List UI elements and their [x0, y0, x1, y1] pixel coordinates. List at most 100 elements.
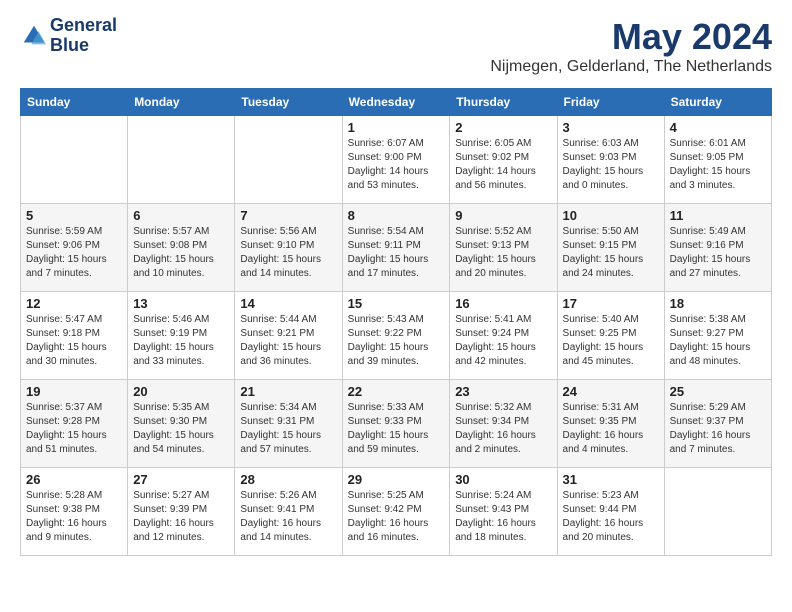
- calendar-cell: 16Sunrise: 5:41 AM Sunset: 9:24 PM Dayli…: [450, 292, 557, 380]
- day-number: 4: [670, 120, 766, 135]
- day-number: 19: [26, 384, 122, 399]
- calendar-cell: 24Sunrise: 5:31 AM Sunset: 9:35 PM Dayli…: [557, 380, 664, 468]
- calendar-cell: 3 Sunrise: 6:03 AM Sunset: 9:03 PM Daylig…: [557, 116, 664, 204]
- logo-icon: [20, 22, 48, 50]
- calendar-cell: 4 Sunrise: 6:01 AM Sunset: 9:05 PM Daylig…: [664, 116, 771, 204]
- logo-line2: Blue: [50, 36, 117, 56]
- calendar-cell: 18 Sunrise: 5:38 AM Sunset: 9:27 PM Dayli…: [664, 292, 771, 380]
- day-info: Sunrise: 5:34 AM Sunset: 9:31 PM Dayligh…: [240, 401, 336, 457]
- day-number: 22: [348, 384, 445, 399]
- calendar-cell: 2Sunrise: 6:05 AM Sunset: 9:02 PM Daylig…: [450, 116, 557, 204]
- weekday-header-monday: Monday: [128, 89, 235, 116]
- calendar-cell: 11Sunrise: 5:49 AM Sunset: 9:16 PM Dayli…: [664, 204, 771, 292]
- calendar-cell: 9Sunrise: 5:52 AM Sunset: 9:13 PM Daylig…: [450, 204, 557, 292]
- day-number: 1: [348, 120, 445, 135]
- calendar-cell: 7 Sunrise: 5:56 AM Sunset: 9:10 PM Daylig…: [235, 204, 342, 292]
- day-info: Sunrise: 5:31 AM Sunset: 9:35 PM Dayligh…: [563, 401, 659, 457]
- day-info: Sunrise: 5:40 AM Sunset: 9:25 PM Dayligh…: [563, 313, 659, 369]
- weekday-header-thursday: Thursday: [450, 89, 557, 116]
- day-info: Sunrise: 5:49 AM Sunset: 9:16 PM Dayligh…: [670, 225, 766, 281]
- calendar: SundayMondayTuesdayWednesdayThursdayFrid…: [20, 88, 772, 556]
- day-number: 25: [670, 384, 766, 399]
- page-header: General Blue May 2024 Nijmegen, Gelderla…: [20, 16, 772, 76]
- day-number: 21: [240, 384, 336, 399]
- title-area: May 2024 Nijmegen, Gelderland, The Nethe…: [490, 16, 772, 76]
- day-number: 6: [133, 208, 229, 223]
- calendar-cell: 26Sunrise: 5:28 AM Sunset: 9:38 PM Dayli…: [21, 468, 128, 556]
- day-info: Sunrise: 5:43 AM Sunset: 9:22 PM Dayligh…: [348, 313, 445, 369]
- day-info: Sunrise: 5:47 AM Sunset: 9:18 PM Dayligh…: [26, 313, 122, 369]
- calendar-cell: 28 Sunrise: 5:26 AM Sunset: 9:41 PM Dayli…: [235, 468, 342, 556]
- day-number: 12: [26, 296, 122, 311]
- calendar-header: SundayMondayTuesdayWednesdayThursdayFrid…: [21, 89, 772, 116]
- day-number: 3: [563, 120, 659, 135]
- calendar-cell: 10Sunrise: 5:50 AM Sunset: 9:15 PM Dayli…: [557, 204, 664, 292]
- day-info: Sunrise: 5:44 AM Sunset: 9:21 PM Dayligh…: [240, 313, 336, 369]
- logo-text: General Blue: [50, 16, 117, 56]
- day-number: 9: [455, 208, 551, 223]
- day-info: Sunrise: 6:01 AM Sunset: 9:05 PM Dayligh…: [670, 137, 766, 193]
- calendar-cell: 5Sunrise: 5:59 AM Sunset: 9:06 PM Daylig…: [21, 204, 128, 292]
- weekday-header-sunday: Sunday: [21, 89, 128, 116]
- day-number: 27: [133, 472, 229, 487]
- day-number: 5: [26, 208, 122, 223]
- day-info: Sunrise: 5:57 AM Sunset: 9:08 PM Dayligh…: [133, 225, 229, 281]
- calendar-cell: 6 Sunrise: 5:57 AM Sunset: 9:08 PM Daylig…: [128, 204, 235, 292]
- day-info: Sunrise: 5:33 AM Sunset: 9:33 PM Dayligh…: [348, 401, 445, 457]
- day-number: 20: [133, 384, 229, 399]
- calendar-cell: 29 Sunrise: 5:25 AM Sunset: 9:42 PM Dayli…: [342, 468, 450, 556]
- day-number: 26: [26, 472, 122, 487]
- day-number: 31: [563, 472, 659, 487]
- day-number: 29: [348, 472, 445, 487]
- calendar-cell: [128, 116, 235, 204]
- calendar-week-4: 19 Sunrise: 5:37 AM Sunset: 9:28 PM Dayli…: [21, 380, 772, 468]
- day-info: Sunrise: 6:03 AM Sunset: 9:03 PM Dayligh…: [563, 137, 659, 193]
- calendar-week-2: 5Sunrise: 5:59 AM Sunset: 9:06 PM Daylig…: [21, 204, 772, 292]
- day-number: 13: [133, 296, 229, 311]
- day-info: Sunrise: 5:29 AM Sunset: 9:37 PM Dayligh…: [670, 401, 766, 457]
- day-number: 14: [240, 296, 336, 311]
- weekday-header-row: SundayMondayTuesdayWednesdayThursdayFrid…: [21, 89, 772, 116]
- calendar-week-1: 1Sunrise: 6:07 AM Sunset: 9:00 PM Daylig…: [21, 116, 772, 204]
- day-info: Sunrise: 5:23 AM Sunset: 9:44 PM Dayligh…: [563, 489, 659, 545]
- day-info: Sunrise: 5:54 AM Sunset: 9:11 PM Dayligh…: [348, 225, 445, 281]
- weekday-header-saturday: Saturday: [664, 89, 771, 116]
- calendar-cell: 8Sunrise: 5:54 AM Sunset: 9:11 PM Daylig…: [342, 204, 450, 292]
- calendar-cell: [21, 116, 128, 204]
- day-info: Sunrise: 5:38 AM Sunset: 9:27 PM Dayligh…: [670, 313, 766, 369]
- day-info: Sunrise: 5:50 AM Sunset: 9:15 PM Dayligh…: [563, 225, 659, 281]
- calendar-cell: 30Sunrise: 5:24 AM Sunset: 9:43 PM Dayli…: [450, 468, 557, 556]
- day-info: Sunrise: 5:26 AM Sunset: 9:41 PM Dayligh…: [240, 489, 336, 545]
- month-title: May 2024: [490, 16, 772, 58]
- weekday-header-tuesday: Tuesday: [235, 89, 342, 116]
- day-number: 18: [670, 296, 766, 311]
- calendar-week-5: 26Sunrise: 5:28 AM Sunset: 9:38 PM Dayli…: [21, 468, 772, 556]
- calendar-cell: 27 Sunrise: 5:27 AM Sunset: 9:39 PM Dayli…: [128, 468, 235, 556]
- day-number: 23: [455, 384, 551, 399]
- day-info: Sunrise: 5:37 AM Sunset: 9:28 PM Dayligh…: [26, 401, 122, 457]
- day-number: 28: [240, 472, 336, 487]
- day-number: 15: [348, 296, 445, 311]
- calendar-cell: 20Sunrise: 5:35 AM Sunset: 9:30 PM Dayli…: [128, 380, 235, 468]
- calendar-cell: 13Sunrise: 5:46 AM Sunset: 9:19 PM Dayli…: [128, 292, 235, 380]
- calendar-cell: 1Sunrise: 6:07 AM Sunset: 9:00 PM Daylig…: [342, 116, 450, 204]
- day-number: 30: [455, 472, 551, 487]
- calendar-cell: [664, 468, 771, 556]
- weekday-header-wednesday: Wednesday: [342, 89, 450, 116]
- day-number: 7: [240, 208, 336, 223]
- calendar-cell: 14 Sunrise: 5:44 AM Sunset: 9:21 PM Dayli…: [235, 292, 342, 380]
- calendar-cell: 22 Sunrise: 5:33 AM Sunset: 9:33 PM Dayli…: [342, 380, 450, 468]
- calendar-body: 1Sunrise: 6:07 AM Sunset: 9:00 PM Daylig…: [21, 116, 772, 556]
- calendar-week-3: 12 Sunrise: 5:47 AM Sunset: 9:18 PM Dayli…: [21, 292, 772, 380]
- calendar-cell: 17 Sunrise: 5:40 AM Sunset: 9:25 PM Dayli…: [557, 292, 664, 380]
- calendar-cell: 19 Sunrise: 5:37 AM Sunset: 9:28 PM Dayli…: [21, 380, 128, 468]
- location: Nijmegen, Gelderland, The Netherlands: [490, 58, 772, 76]
- calendar-cell: 12 Sunrise: 5:47 AM Sunset: 9:18 PM Dayli…: [21, 292, 128, 380]
- day-info: Sunrise: 5:56 AM Sunset: 9:10 PM Dayligh…: [240, 225, 336, 281]
- weekday-header-friday: Friday: [557, 89, 664, 116]
- day-info: Sunrise: 5:25 AM Sunset: 9:42 PM Dayligh…: [348, 489, 445, 545]
- day-info: Sunrise: 5:27 AM Sunset: 9:39 PM Dayligh…: [133, 489, 229, 545]
- day-number: 16: [455, 296, 551, 311]
- calendar-cell: 15 Sunrise: 5:43 AM Sunset: 9:22 PM Dayli…: [342, 292, 450, 380]
- day-number: 17: [563, 296, 659, 311]
